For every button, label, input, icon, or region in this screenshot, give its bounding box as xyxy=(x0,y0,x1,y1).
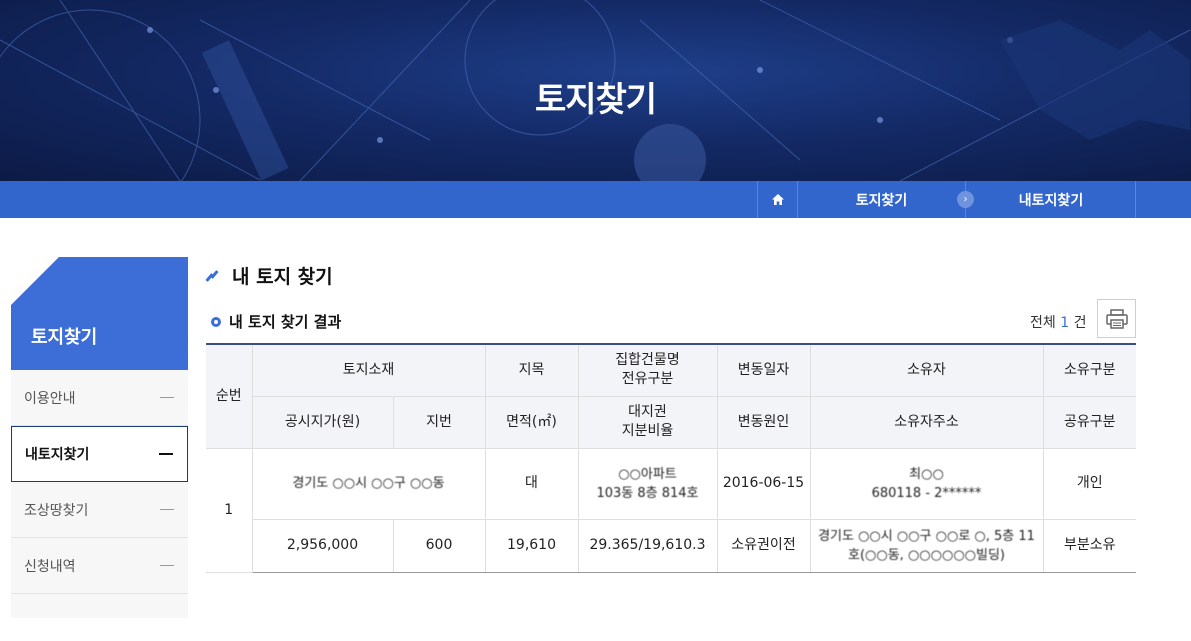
page-title: 내 토지 찾기 xyxy=(205,262,333,289)
sidebar-menu: 이용안내 내토지찾기 조상땅찾기 신청내역 xyxy=(11,370,188,618)
cell-owner-address-line2: 호(○○동, ○○○○○○빌딩) xyxy=(848,547,1005,563)
header-price: 공시지가(원) xyxy=(252,396,394,449)
cell-owner-address-line1: 경기도 ○○시 ○○구 ○○로 ○, 5층 11 xyxy=(818,528,1035,544)
header-change-date: 변동일자 xyxy=(717,344,811,397)
minus-icon xyxy=(159,453,173,455)
minus-icon xyxy=(160,397,174,398)
minus-icon xyxy=(160,509,174,510)
cell-owner-line2: 680118 - 2****** xyxy=(871,485,982,501)
cell-jimok: 대 xyxy=(485,448,579,520)
sidebar-item-label: 이용안내 xyxy=(24,390,76,407)
banner-title: 토지찾기 xyxy=(534,80,657,120)
breadcrumb-home[interactable] xyxy=(757,181,798,218)
print-button[interactable] xyxy=(1097,299,1136,338)
section-title-text: 내 토지 찾기 결과 xyxy=(229,313,342,331)
header-building-line2: 전유구분 xyxy=(621,371,674,388)
header-owner: 소유자 xyxy=(810,344,1044,397)
result-count-prefix: 전체 xyxy=(1030,315,1056,331)
cell-price: 2,956,000 xyxy=(252,519,394,573)
bullet-circle-icon xyxy=(211,316,221,327)
header-ownership-type: 소유구분 xyxy=(1043,344,1136,397)
table-row: 2,956,000 600 19,610 29.365/19,610.3 소유권… xyxy=(206,519,1136,573)
sidebar-item-guide[interactable]: 이용안내 xyxy=(11,370,188,426)
sidebar-header: 토지찾기 xyxy=(11,257,188,370)
result-table: 순번 토지소재 지목 집합건물명 전유구분 변동일자 소유자 소유구분 공시지가… xyxy=(206,343,1136,573)
cell-seq: 1 xyxy=(206,448,253,573)
cell-location: 경기도 ○○시 ○○구 ○○동 xyxy=(252,448,486,520)
sidebar-title: 토지찾기 xyxy=(31,327,98,348)
cell-building-line1: ○○아파트 xyxy=(618,466,677,482)
header-share-type: 공유구분 xyxy=(1043,396,1136,449)
sidebar-item-ancestor-land-search[interactable]: 조상땅찾기 xyxy=(11,482,188,538)
result-count-number: 1 xyxy=(1060,315,1070,331)
cell-area: 19,610 xyxy=(485,519,579,573)
sidebar-item-application-history[interactable]: 신청내역 xyxy=(11,538,188,594)
section-title: 내 토지 찾기 결과 xyxy=(211,311,341,332)
result-count-suffix: 건 xyxy=(1073,315,1087,331)
cell-change-date: 2016-06-15 xyxy=(717,448,811,520)
cell-change-reason: 소유권이전 xyxy=(717,519,811,573)
title-mark-icon xyxy=(205,269,220,283)
page-banner: 토지찾기 xyxy=(0,0,1191,181)
breadcrumb-item-my-land-search[interactable]: 내토지찾기 xyxy=(967,181,1136,218)
header-location: 토지소재 xyxy=(252,344,486,397)
cell-building: ○○아파트 103동 8층 814호 xyxy=(578,448,718,520)
result-count: 전체 1 건 xyxy=(1030,312,1086,332)
printer-icon xyxy=(1105,308,1128,329)
header-lot-no: 지번 xyxy=(393,396,486,449)
header-building: 집합건물명 전유구분 xyxy=(578,344,718,397)
minus-icon xyxy=(160,565,174,566)
table-header-row: 순번 토지소재 지목 집합건물명 전유구분 변동일자 소유자 소유구분 xyxy=(206,344,1136,449)
sidebar-item-label: 신청내역 xyxy=(24,558,76,575)
header-seq: 순번 xyxy=(206,344,253,449)
header-owner-address: 소유자주소 xyxy=(810,396,1044,449)
header-building-line1: 집합건물명 xyxy=(615,352,680,369)
cell-owner: 최○○ 680118 - 2****** xyxy=(810,448,1044,520)
cell-land-right: 29.365/19,610.3 xyxy=(578,519,718,573)
cell-building-line2: 103동 8층 814호 xyxy=(596,485,699,501)
cell-ownership-type: 개인 xyxy=(1043,448,1136,520)
header-area: 면적(㎡) xyxy=(485,396,579,449)
table-header-row: 공시지가(원) 지번 면적(㎡) 대지권 지분비율 변동원인 소유자주소 공유구… xyxy=(206,396,1136,449)
sidebar-item-label: 내토지찾기 xyxy=(25,447,90,463)
header-jimok: 지목 xyxy=(485,344,579,397)
cell-lot-no: 600 xyxy=(393,519,486,573)
cell-owner-address: 경기도 ○○시 ○○구 ○○로 ○, 5층 11 호(○○동, ○○○○○○빌딩… xyxy=(810,519,1044,573)
sidebar-item-label: 조상땅찾기 xyxy=(24,502,89,519)
sidebar-item-my-land-search[interactable]: 내토지찾기 xyxy=(11,426,188,482)
page-title-text: 내 토지 찾기 xyxy=(232,266,333,288)
home-icon xyxy=(771,194,784,205)
sidebar-footer xyxy=(11,594,188,618)
table-row: 1 경기도 ○○시 ○○구 ○○동 대 ○○아파트 103동 8층 814호 2… xyxy=(206,448,1136,573)
header-land-right-line2: 지분비율 xyxy=(621,423,674,439)
cell-owner-line1: 최○○ xyxy=(909,466,944,482)
breadcrumb-item-land-search[interactable]: 토지찾기 xyxy=(798,181,966,218)
header-land-right: 대지권 지분비율 xyxy=(578,396,718,449)
header-change-reason: 변동원인 xyxy=(717,396,811,449)
breadcrumb: 토지찾기 › 내토지찾기 xyxy=(0,181,1191,218)
cell-share-type: 부분소유 xyxy=(1043,519,1136,573)
header-land-right-line1: 대지권 xyxy=(628,404,667,420)
